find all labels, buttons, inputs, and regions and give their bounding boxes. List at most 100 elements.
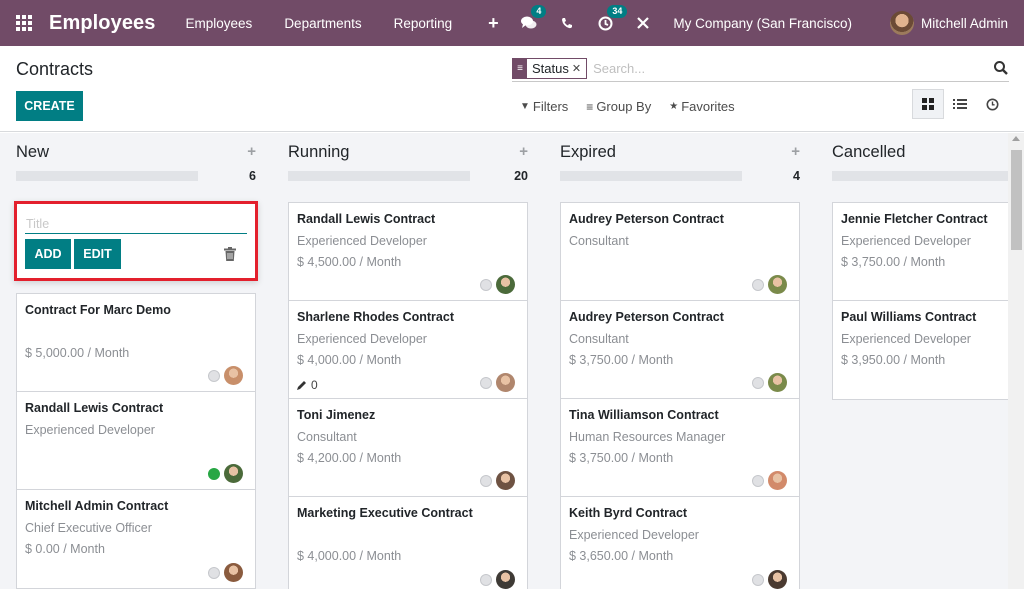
app-name[interactable]: Employees xyxy=(49,12,156,35)
trash-icon[interactable] xyxy=(224,247,236,261)
scrollbar-thumb[interactable] xyxy=(1011,150,1022,250)
contract-card[interactable]: Tina Williamson Contract Human Resources… xyxy=(561,399,799,497)
card-job: Experienced Developer xyxy=(841,234,971,248)
remove-facet-icon[interactable]: ✕ xyxy=(572,62,581,75)
column-title[interactable]: Running xyxy=(288,143,349,162)
kanban-state-icon[interactable] xyxy=(752,474,764,487)
scroll-up-arrow-icon[interactable] xyxy=(1012,136,1020,141)
employee-avatar xyxy=(768,570,787,589)
search-input[interactable] xyxy=(593,61,974,76)
filters-button[interactable]: ▼ Filters xyxy=(520,99,568,114)
kanban-icon xyxy=(922,98,934,110)
add-button[interactable]: ADD xyxy=(25,239,71,269)
phone-button[interactable] xyxy=(557,13,577,33)
column-progress-bar xyxy=(288,171,470,181)
employee-avatar xyxy=(496,275,515,294)
facet-label: Status xyxy=(532,61,569,76)
activities-button[interactable]: 34 xyxy=(595,5,628,33)
card-job: Consultant xyxy=(297,430,357,444)
menu-reporting[interactable]: Reporting xyxy=(394,16,453,31)
column-title[interactable]: Cancelled xyxy=(832,143,905,162)
quick-add-icon[interactable]: + xyxy=(519,143,528,160)
kanban-state-icon[interactable] xyxy=(208,566,220,579)
card-wage: $ 5,000.00 / Month xyxy=(25,346,130,360)
card-list: Contract For Marc Demo $ 5,000.00 / Mont… xyxy=(16,293,256,589)
kanban-view-button[interactable] xyxy=(912,89,944,119)
edit-button[interactable]: EDIT xyxy=(74,239,121,269)
messages-button[interactable]: 4 xyxy=(519,5,547,33)
card-title: Randall Lewis Contract xyxy=(25,401,164,415)
card-list: Jennie Fletcher Contract Experienced Dev… xyxy=(832,202,1008,400)
kanban-state-icon[interactable] xyxy=(480,573,492,586)
quick-add-icon[interactable]: + xyxy=(247,143,256,160)
card-title: Sharlene Rhodes Contract xyxy=(297,310,454,324)
employee-avatar xyxy=(224,464,243,483)
filter-icon: ▼ xyxy=(520,101,530,112)
bars-icon: ≡ xyxy=(586,99,594,114)
group-by-facet-icon: ≡ xyxy=(513,59,527,78)
create-button[interactable]: CREATE xyxy=(16,91,83,121)
vertical-scrollbar[interactable] xyxy=(1008,133,1024,589)
contract-card[interactable]: Randall Lewis Contract Experienced Devel… xyxy=(289,203,527,301)
user-menu[interactable]: Mitchell Admin xyxy=(921,16,1008,31)
kanban-state-icon[interactable] xyxy=(752,376,764,389)
column-title[interactable]: New xyxy=(16,143,49,162)
contract-card[interactable]: Randall Lewis Contract Experienced Devel… xyxy=(17,392,255,490)
user-avatar[interactable] xyxy=(889,11,914,35)
contract-card[interactable]: Marketing Executive Contract $ 4,000.00 … xyxy=(289,497,527,589)
employee-avatar xyxy=(224,563,243,582)
pencil-icon xyxy=(297,381,306,390)
kanban-state-icon[interactable] xyxy=(752,278,764,291)
kanban-state-icon[interactable] xyxy=(208,467,220,480)
kanban-state-icon[interactable] xyxy=(480,474,492,487)
card-wage: $ 3,950.00 / Month xyxy=(841,353,946,367)
kanban-state-icon[interactable] xyxy=(480,278,492,291)
contract-card[interactable]: Contract For Marc Demo $ 5,000.00 / Mont… xyxy=(17,294,255,392)
card-title: Jennie Fletcher Contract xyxy=(841,212,988,226)
apps-menu-icon[interactable] xyxy=(16,14,34,32)
employee-avatar xyxy=(496,471,515,490)
card-list: Randall Lewis Contract Experienced Devel… xyxy=(288,202,528,589)
card-title: Mitchell Admin Contract xyxy=(25,499,169,513)
list-view-button[interactable] xyxy=(944,89,976,119)
filters-label: Filters xyxy=(532,99,569,114)
contract-card[interactable]: Audrey Peterson Contract Consultant xyxy=(561,203,799,301)
contract-card[interactable]: Paul Williams Contract Experienced Devel… xyxy=(833,301,1008,399)
contract-card[interactable]: Mitchell Admin Contract Chief Executive … xyxy=(17,490,255,588)
employee-avatar xyxy=(768,275,787,294)
group-by-button[interactable]: ≡ Group By xyxy=(586,99,651,114)
card-job xyxy=(25,325,247,346)
card-title: Contract For Marc Demo xyxy=(25,303,171,317)
search-icon[interactable] xyxy=(993,60,1009,76)
contract-card[interactable]: Toni Jimenez Consultant $ 4,200.00 / Mon… xyxy=(289,399,527,497)
card-title: Marketing Executive Contract xyxy=(297,506,473,520)
contract-card[interactable]: Keith Byrd Contract Experienced Develope… xyxy=(561,497,799,589)
view-switcher xyxy=(912,89,1008,119)
quick-add-icon[interactable]: + xyxy=(791,143,800,160)
kanban-state-icon[interactable] xyxy=(752,573,764,586)
card-title: Randall Lewis Contract xyxy=(297,212,436,226)
favorites-button[interactable]: ★ Favorites xyxy=(669,99,734,114)
menu-departments[interactable]: Departments xyxy=(284,16,361,31)
top-navbar: Employees Employees Departments Reportin… xyxy=(0,0,1024,46)
contract-card[interactable]: Sharlene Rhodes Contract Experienced Dev… xyxy=(289,301,527,399)
contract-card[interactable]: Audrey Peterson Contract Consultant $ 3,… xyxy=(561,301,799,399)
messages-badge: 4 xyxy=(531,5,547,18)
title-input[interactable] xyxy=(25,214,247,234)
column-title[interactable]: Expired xyxy=(560,143,616,162)
plus-icon[interactable]: + xyxy=(488,13,499,34)
activity-view-button[interactable] xyxy=(976,89,1008,119)
card-wage: $ 3,750.00 / Month xyxy=(569,353,674,367)
kanban-state-icon[interactable] xyxy=(480,376,492,389)
kanban-column-expired: Expired + 4 Audrey Peterson Contract Con… xyxy=(560,133,800,589)
edit-count: 0 xyxy=(311,378,318,392)
debug-tools-button[interactable] xyxy=(633,13,653,33)
menu-employees[interactable]: Employees xyxy=(186,16,253,31)
clock-icon xyxy=(986,98,998,110)
edit-counter[interactable]: 0 xyxy=(297,378,318,392)
kanban-state-icon[interactable] xyxy=(208,369,220,382)
contract-card[interactable]: Jennie Fletcher Contract Experienced Dev… xyxy=(833,203,1008,301)
card-wage: $ 4,000.00 / Month xyxy=(297,353,402,367)
company-switcher[interactable]: My Company (San Francisco) xyxy=(673,16,852,31)
card-job xyxy=(297,528,519,549)
